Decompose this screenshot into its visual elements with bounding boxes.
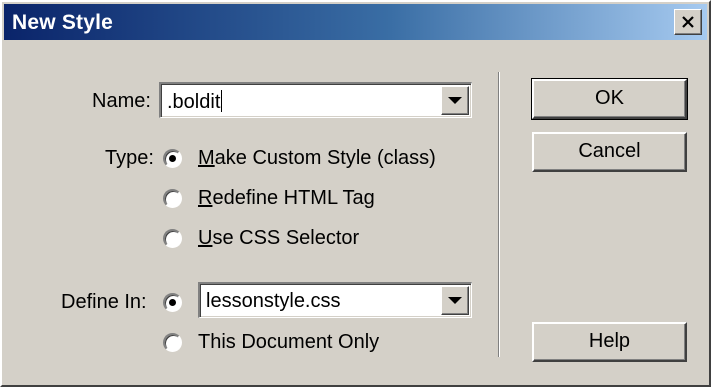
radio-button[interactable] (163, 229, 182, 248)
chevron-down-icon (448, 297, 462, 304)
radio-button[interactable] (163, 189, 182, 208)
vertical-divider (498, 72, 500, 357)
close-button[interactable] (674, 9, 702, 35)
name-label: Name: (92, 90, 151, 112)
cancel-button[interactable]: Cancel (532, 132, 687, 172)
close-icon (682, 16, 694, 28)
help-button[interactable]: Help (532, 322, 687, 362)
window-title: New Style (12, 11, 114, 34)
type-label: Type: (105, 147, 154, 169)
ok-button[interactable]: OK (531, 78, 688, 120)
text-caret (221, 90, 223, 112)
radio-label: Make Custom Style (class) (198, 147, 436, 169)
radio-button[interactable] (163, 333, 182, 352)
name-input[interactable]: .boldit (167, 91, 220, 113)
stylesheet-combobox[interactable]: lessonstyle.css (198, 282, 472, 318)
radio-label: Use CSS Selector (198, 227, 360, 249)
radio-label: Redefine HTML Tag (198, 187, 375, 209)
radio-selected-dot (169, 299, 176, 306)
define-in-label: Define In: (61, 291, 147, 313)
radio-selected-dot (169, 155, 176, 162)
title-bar[interactable]: New Style (4, 4, 707, 40)
chevron-down-icon (448, 97, 462, 104)
new-style-dialog: New Style Name: .boldit Type: Make Custo… (0, 0, 711, 387)
stylesheet-dropdown-button[interactable] (441, 286, 469, 315)
stylesheet-value[interactable]: lessonstyle.css (206, 290, 341, 313)
radio-define-in-file[interactable] (163, 293, 182, 312)
radio-label: This Document Only (198, 331, 380, 353)
radio-button[interactable] (163, 149, 182, 168)
name-dropdown-button[interactable] (441, 86, 469, 115)
name-combobox[interactable]: .boldit (159, 82, 472, 118)
